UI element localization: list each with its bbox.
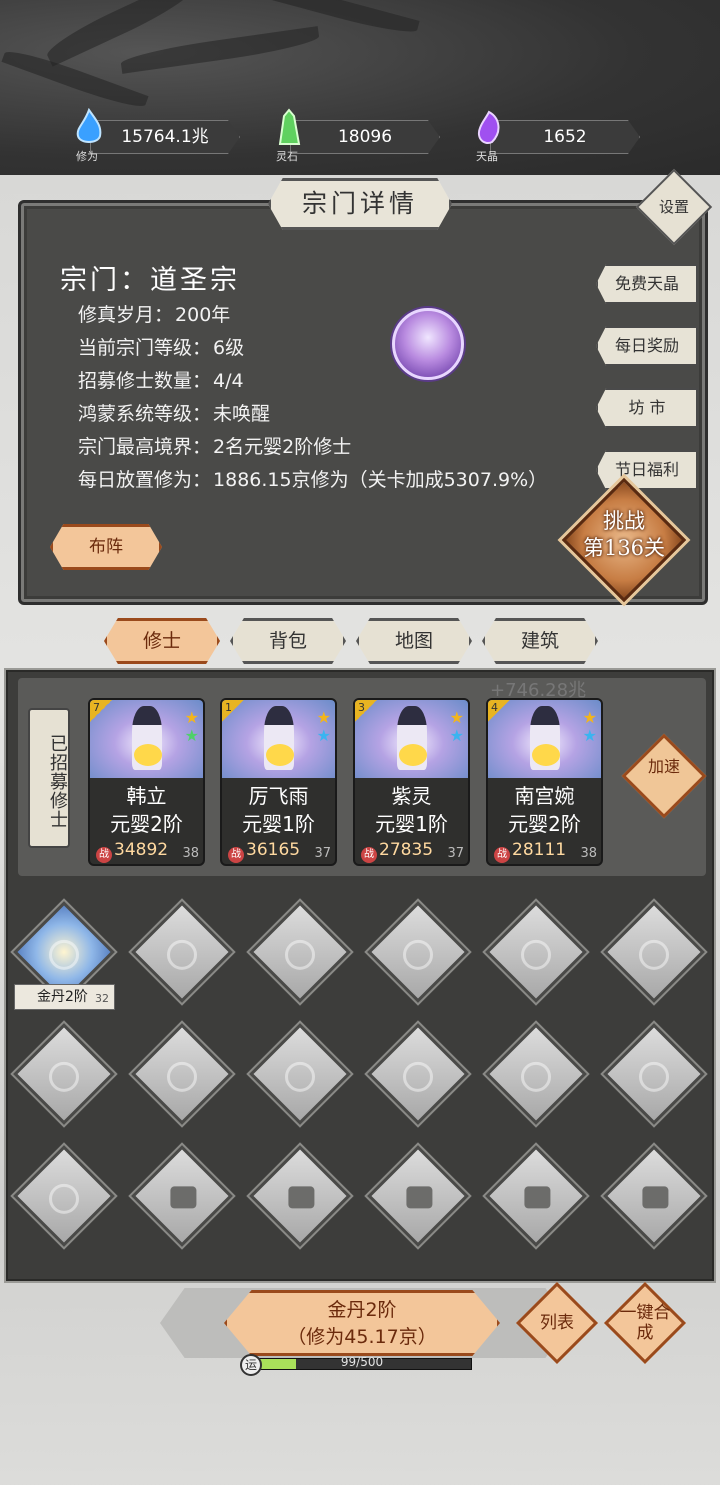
panel-title: 宗门详情 [268,178,452,230]
info-row-hongmeng-level: 鸿蒙系统等级： 未唤醒 [78,403,271,425]
cultivator-name: 厉飞雨 [248,784,309,808]
spirit-stone-label: 灵石 [276,150,298,163]
lock-icon [524,1186,551,1209]
buy-cultivator-button[interactable]: 金丹2阶 （修为45.17京） [224,1290,500,1356]
cultivator-level: 38 [182,846,199,861]
combat-power-icon: 战 [494,847,510,863]
info-row-recruit-count: 招募修士数量： 4/4 [78,370,244,392]
green-star-icon: ★ [184,726,199,745]
combat-power: 战 34892 [96,840,168,863]
combat-power-icon: 战 [361,847,377,863]
lock-icon [170,1186,197,1209]
formation-button[interactable]: 布阵 [50,524,162,570]
market-button[interactable]: 坊 市 [596,388,698,428]
cultivator-realm: 元婴2阶 [110,812,183,836]
spirit-stone-crystal-icon [278,108,301,145]
blue-star-icon: ★ [449,726,464,745]
gold-star-icon: ★ [449,708,464,727]
list-button-label[interactable]: 列表 [528,1313,586,1333]
cultivation-label: 修为 [76,150,98,163]
cultivator-realm: 元婴1阶 [375,812,448,836]
luck-progress-text: 99/500 [340,1355,384,1369]
info-row-cultivation-years: 修真岁月： 200年 [78,304,231,326]
combat-power: 战 28111 [494,840,566,863]
speed-up-label[interactable]: 加速 [636,758,692,776]
combat-power: 战 36165 [228,840,300,863]
cultivator-name: 紫灵 [391,784,432,808]
tab-backpack[interactable]: 背包 [230,618,346,664]
info-row-highest-realm: 宗门最高境界： 2名元婴2阶修士 [78,436,352,458]
cultivator-realm: 元婴2阶 [508,812,581,836]
combat-power-icon: 战 [228,847,244,863]
info-row-daily-idle-cultivation: 每日放置修为： 1886.15京修为（关卡加成5307.9%） [78,469,548,491]
rank-badge: 3 [355,700,377,722]
cultivator-realm: 元婴1阶 [242,812,315,836]
cultivator-level: 37 [447,846,464,861]
luck-icon: 运 [240,1354,262,1376]
gold-star-icon: ★ [582,708,597,727]
spirit-stone-resource-bar: 18096 [290,120,440,154]
cultivation-resource-bar: 15764.1兆 [90,120,240,154]
sky-crystal-gem-icon [478,110,500,144]
festival-welfare-button[interactable]: 节日福利 [596,450,698,490]
combat-power: 战 27835 [361,840,433,863]
bamboo-leaf-decoration [119,26,321,74]
challenge-stage-label[interactable]: 挑战 第136关 [566,508,682,562]
cultivator-card[interactable]: 3 ★ ★ 紫灵 元婴1阶 战 27835 37 [353,698,470,866]
cultivator-card[interactable]: 7 ★ ★ 韩立 元婴2阶 战 34892 38 [88,698,205,866]
cultivator-level: 37 [314,846,331,861]
rank-badge: 7 [90,700,112,722]
lock-icon [288,1186,315,1209]
one-click-merge-label[interactable]: 一键合成 [616,1303,674,1343]
sect-leader-avatar[interactable] [392,308,464,380]
sky-crystal-resource-bar: 1652 [490,120,640,154]
tab-cultivators[interactable]: 修士 [104,618,220,664]
rank-badge: 4 [488,700,510,722]
recruited-cultivators-label: 已招募修士 [28,708,70,848]
lock-icon [642,1186,669,1209]
gold-star-icon: ★ [184,708,199,727]
daily-reward-button[interactable]: 每日奖励 [596,326,698,366]
cultivator-name: 南宫婉 [514,784,575,808]
lock-icon [406,1186,433,1209]
cultivator-card[interactable]: 1 ★ ★ 厉飞雨 元婴1阶 战 36165 37 [220,698,337,866]
info-row-sect-level: 当前宗门等级： 6级 [78,337,245,359]
sect-name: 宗门：道圣宗 [60,265,240,296]
combat-power-icon: 战 [96,847,112,863]
sky-crystal-label: 天晶 [476,150,498,163]
cultivation-flame-icon [76,108,102,143]
rank-badge: 1 [222,700,244,722]
cultivator-level: 38 [580,846,597,861]
cultivator-card[interactable]: 4 ★ ★ 南宫婉 元婴2阶 战 28111 38 [486,698,603,866]
grid-item-realm-label: 金丹2阶 32 [14,984,115,1010]
free-sky-crystal-button[interactable]: 免费天晶 [596,264,698,304]
tab-buildings[interactable]: 建筑 [482,618,598,664]
cultivator-name: 韩立 [126,784,167,808]
gold-star-icon: ★ [316,708,331,727]
tab-map[interactable]: 地图 [356,618,472,664]
blue-star-icon: ★ [316,726,331,745]
blue-star-icon: ★ [582,726,597,745]
